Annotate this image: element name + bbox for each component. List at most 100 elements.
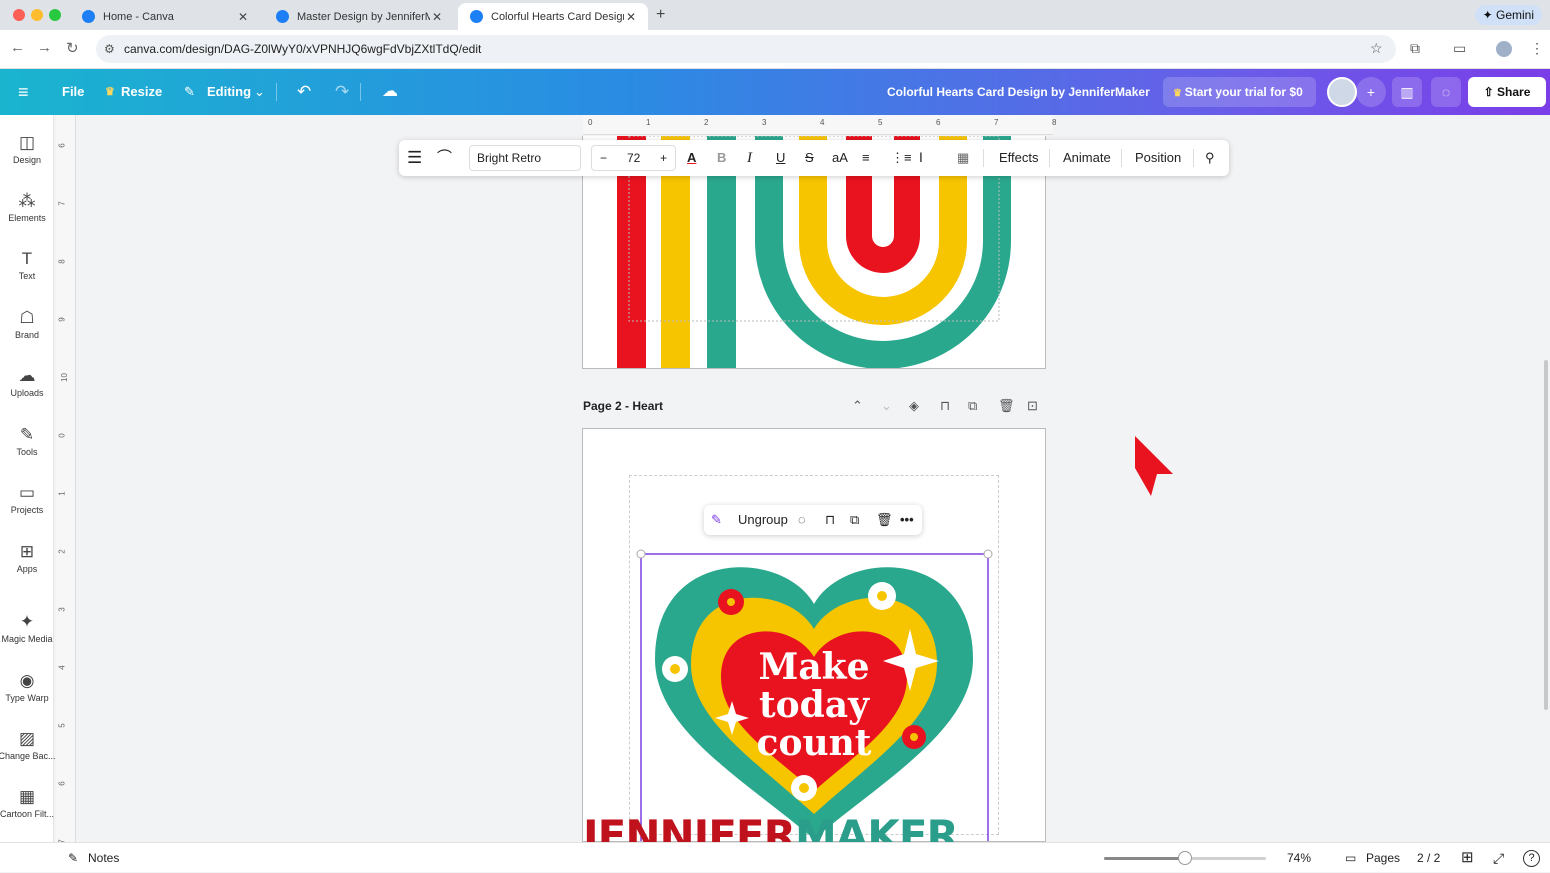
zoom-slider[interactable] — [1104, 851, 1266, 865]
analytics-icon[interactable]: ▥ — [1392, 77, 1422, 107]
menu-icon[interactable]: ≡ — [18, 69, 29, 115]
add-collaborator-icon[interactable]: + — [1356, 77, 1386, 107]
bold-icon[interactable]: B — [717, 140, 726, 176]
extensions-icon[interactable]: ⧉ — [1410, 40, 1420, 57]
sidebar-item-magic-media[interactable]: ✦ Magic Media — [0, 612, 54, 644]
forward-arrow-icon[interactable]: → — [37, 39, 52, 56]
zoom-slider-handle[interactable] — [1178, 851, 1192, 865]
align-center-icon[interactable]: ≡ — [862, 140, 870, 176]
pages-button[interactable]: Pages — [1366, 843, 1400, 873]
position-button[interactable]: Position — [1135, 140, 1181, 176]
list-icon[interactable]: ⋮≡ — [891, 140, 912, 176]
curve-text-icon[interactable]: ⌒ — [437, 140, 452, 176]
sidebar-item-tools[interactable]: ✎ Tools — [0, 425, 54, 457]
browser-tab[interactable]: Home - Canva ✕ — [70, 3, 260, 30]
sidebar-item-type-warp[interactable]: ◉ Type Warp — [0, 671, 54, 703]
heart-text-line-3[interactable]: count — [757, 722, 872, 764]
copy-style-icon[interactable]: ⚲ — [1205, 140, 1215, 176]
grid-view-icon[interactable]: ⊞ — [1461, 843, 1474, 873]
lock-icon[interactable]: ⊓ — [940, 398, 950, 414]
maximize-window-button[interactable] — [49, 9, 61, 21]
effects-button[interactable]: Effects — [999, 140, 1039, 176]
browser-tab-active[interactable]: Colorful Hearts Card Design by JenniferM… — [458, 3, 648, 30]
back-arrow-icon[interactable]: ← — [10, 39, 25, 56]
sidebar-item-projects[interactable]: ▭ Projects — [0, 483, 54, 515]
font-size-stepper[interactable]: − 72 + — [591, 145, 676, 171]
sidebar-item-cartoon-filt[interactable]: ▦ Cartoon Filt... — [0, 787, 54, 819]
close-tab-icon[interactable]: ✕ — [430, 10, 444, 24]
chevron-down-icon[interactable]: ⌄ — [254, 69, 265, 115]
resize-handle[interactable] — [636, 549, 646, 559]
reload-icon[interactable]: ↻ — [66, 39, 79, 57]
comments-icon[interactable]: ◌ — [1431, 77, 1461, 107]
more-options-icon[interactable]: ••• — [900, 505, 914, 535]
ungroup-button[interactable]: Ungroup — [738, 505, 788, 535]
animate-button[interactable]: Animate — [1063, 140, 1111, 176]
minimize-window-button[interactable] — [31, 9, 43, 21]
font-size-value[interactable]: 72 — [627, 146, 640, 170]
sidebar-item-apps[interactable]: ⊞ Apps — [0, 542, 54, 574]
delete-page-icon[interactable]: 🗑 — [998, 398, 1015, 414]
comment-icon[interactable]: ◌ — [798, 505, 806, 535]
notes-button[interactable]: Notes — [88, 843, 119, 873]
editing-mode-button[interactable]: Editing — [207, 69, 251, 115]
sidebar-item-uploads[interactable]: ☁ Uploads — [0, 366, 54, 398]
start-trial-button[interactable]: ♛ Start your trial for $0 — [1163, 77, 1316, 107]
sidebar-item-text[interactable]: T Text — [0, 249, 54, 281]
vertical-scrollbar[interactable] — [1544, 360, 1548, 710]
sidebar-item-elements[interactable]: ⁂ Elements — [0, 191, 54, 223]
undo-icon[interactable]: ↶ — [297, 69, 311, 115]
document-title[interactable]: Colorful Hearts Card Design by JenniferM… — [887, 69, 1150, 115]
italic-icon[interactable]: I — [747, 140, 752, 176]
site-settings-icon[interactable]: ⚙ — [104, 35, 115, 63]
strikethrough-icon[interactable]: S — [805, 140, 814, 176]
delete-icon[interactable]: 🗑 — [876, 505, 893, 535]
resize-handle[interactable] — [983, 549, 993, 559]
duplicate-page-icon[interactable]: ⧉ — [968, 398, 977, 414]
close-tab-icon[interactable]: ✕ — [624, 10, 638, 24]
text-color-icon[interactable]: A — [687, 140, 696, 176]
decrease-font-size-button[interactable]: − — [600, 146, 607, 170]
magic-edit-icon[interactable]: ✎ — [711, 505, 722, 535]
font-family-select[interactable]: Bright Retro — [469, 145, 581, 171]
help-button[interactable]: ? — [1523, 850, 1540, 867]
file-menu-button[interactable]: File — [62, 69, 84, 115]
sidebar-item-brand[interactable]: ☖ Brand — [0, 308, 54, 340]
letter-case-icon[interactable]: aA — [832, 140, 848, 176]
sidebar-item-design[interactable]: ◫ Design — [0, 133, 54, 165]
chevron-down-icon[interactable]: ⌄ — [881, 398, 892, 414]
gemini-button[interactable]: ✦ Gemini — [1474, 5, 1542, 25]
pages-icon[interactable]: ▭ — [1345, 843, 1356, 873]
share-button[interactable]: ⇧ Share — [1468, 77, 1546, 107]
url-field[interactable]: ⚙ canva.com/design/DAG-Z0lWyY0/xVPNHJQ6w… — [96, 35, 1396, 63]
close-tab-icon[interactable]: ✕ — [236, 10, 250, 24]
fullscreen-icon[interactable]: ⤢ — [1493, 843, 1504, 873]
user-avatar[interactable] — [1327, 77, 1357, 107]
chevron-up-icon[interactable]: ⌃ — [852, 398, 863, 414]
bookmark-star-icon[interactable]: ☆ — [1370, 40, 1383, 57]
heart-text-line-1[interactable]: Make — [758, 646, 869, 688]
transparency-icon[interactable]: ▦ — [957, 140, 969, 176]
heart-graphic[interactable]: Make today count — [583, 429, 1046, 842]
new-tab-button[interactable]: + — [656, 6, 665, 24]
increase-font-size-button[interactable]: + — [660, 146, 667, 170]
close-window-button[interactable] — [13, 9, 25, 21]
zoom-level[interactable]: 74% — [1287, 843, 1311, 873]
text-options-icon[interactable]: ☰ — [407, 140, 422, 176]
resize-button[interactable]: Resize — [121, 69, 162, 115]
cloud-saved-icon[interactable]: ☁ — [382, 69, 398, 115]
lock-icon[interactable]: ⊓ — [825, 505, 835, 535]
duplicate-icon[interactable]: ⧉ — [850, 505, 859, 535]
cast-icon[interactable]: ▭ — [1453, 40, 1466, 57]
add-page-icon[interactable]: ⊡ — [1027, 398, 1038, 414]
notes-icon[interactable]: ✎ — [68, 843, 78, 873]
redo-icon[interactable]: ↷ — [335, 69, 349, 115]
heart-text-line-2[interactable]: today — [759, 684, 870, 726]
sidebar-item-change-bac[interactable]: ▨ Change Bac... — [0, 729, 56, 761]
spacing-icon[interactable]: Ⅰ — [919, 140, 923, 176]
browser-tab[interactable]: Master Design by JenniferMaker ✕ — [264, 3, 454, 30]
design-page-2[interactable]: Make today count — [582, 428, 1046, 842]
page-2-label[interactable]: Page 2 - Heart — [583, 399, 663, 413]
hide-page-icon[interactable]: ◈ — [909, 398, 919, 414]
underline-icon[interactable]: U — [776, 140, 785, 176]
